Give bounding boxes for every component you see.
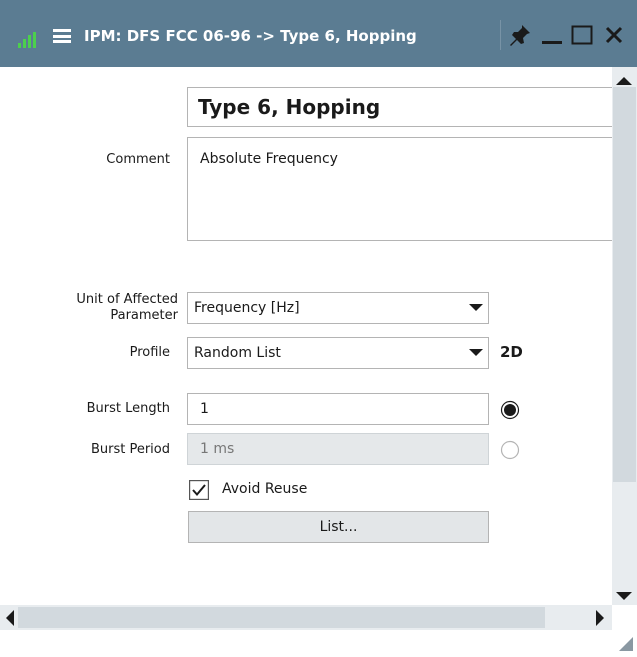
burst-length-input[interactable]: 1 bbox=[187, 393, 489, 425]
menu-icon[interactable] bbox=[53, 29, 71, 43]
burst-length-label: Burst Length bbox=[86, 401, 170, 416]
comment-textarea[interactable]: Absolute Frequency bbox=[187, 137, 612, 241]
scroll-left-icon[interactable] bbox=[6, 610, 14, 626]
burst-period-label: Burst Period bbox=[90, 442, 170, 457]
scroll-down-icon[interactable] bbox=[616, 592, 632, 600]
burst-period-radio[interactable] bbox=[500, 440, 520, 460]
profile-label: Profile bbox=[129, 345, 170, 360]
horizontal-scrollbar[interactable] bbox=[0, 605, 612, 630]
profile-2d-tag: 2D bbox=[500, 343, 523, 361]
pin-icon[interactable] bbox=[508, 23, 532, 47]
burst-length-radio[interactable] bbox=[500, 400, 520, 420]
window-titlebar: IPM: DFS FCC 06-96 -> Type 6, Hopping bbox=[0, 0, 637, 67]
window-bottom-edge bbox=[0, 630, 612, 657]
unit-select[interactable]: Frequency [Hz] bbox=[187, 292, 489, 324]
vertical-scrollbar[interactable] bbox=[612, 67, 637, 605]
scroll-up-icon[interactable] bbox=[616, 77, 632, 85]
resize-grip-icon[interactable] bbox=[614, 632, 634, 652]
titlebar-divider bbox=[500, 20, 501, 50]
burst-period-input: 1 ms bbox=[187, 433, 489, 465]
comment-label: Comment bbox=[106, 152, 170, 167]
dialog-content: Type 6, Hopping Comment Absolute Frequen… bbox=[0, 67, 612, 605]
close-icon[interactable] bbox=[602, 23, 626, 47]
chevron-down-icon bbox=[469, 304, 483, 311]
maximize-icon[interactable] bbox=[570, 23, 594, 47]
avoid-reuse-checkbox[interactable] bbox=[189, 480, 209, 500]
scroll-right-icon[interactable] bbox=[596, 610, 604, 626]
minimize-icon[interactable] bbox=[540, 23, 564, 47]
profile-select-value: Random List bbox=[194, 345, 281, 361]
chevron-down-icon bbox=[469, 349, 483, 356]
window-title: IPM: DFS FCC 06-96 -> Type 6, Hopping bbox=[84, 27, 417, 45]
avoid-reuse-label: Avoid Reuse bbox=[222, 481, 308, 497]
list-button[interactable]: List... bbox=[188, 511, 489, 543]
name-field[interactable]: Type 6, Hopping bbox=[187, 87, 612, 127]
horizontal-scroll-thumb[interactable] bbox=[18, 607, 545, 628]
vertical-scroll-thumb[interactable] bbox=[613, 87, 636, 482]
profile-select[interactable]: Random List bbox=[187, 337, 489, 369]
unit-label: Unit of Affected Parameter bbox=[76, 292, 178, 323]
unit-select-value: Frequency [Hz] bbox=[194, 300, 300, 316]
signal-icon bbox=[18, 32, 36, 48]
